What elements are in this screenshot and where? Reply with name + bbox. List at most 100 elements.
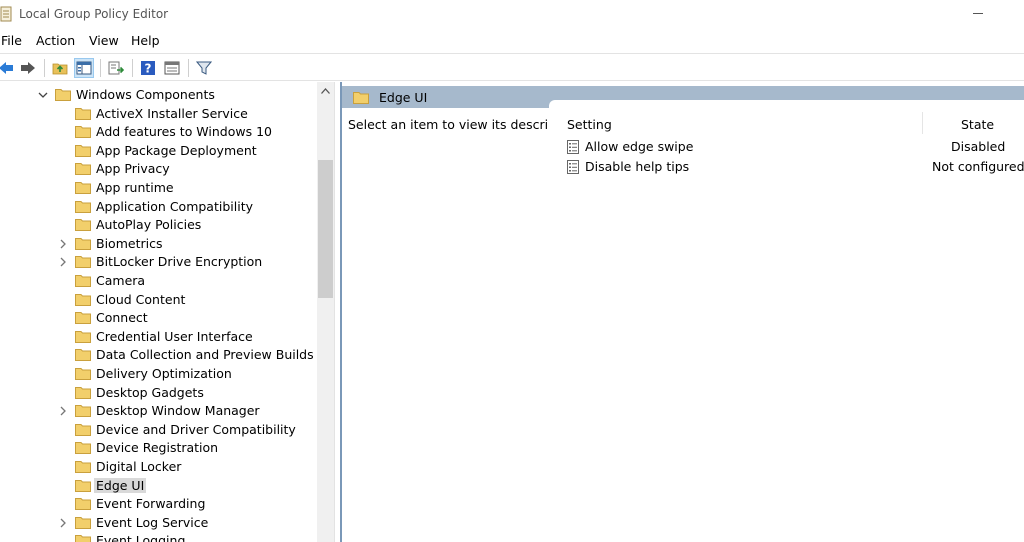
tree-item-label: Application Compatibility: [96, 198, 253, 214]
column-divider[interactable]: [922, 112, 923, 134]
group-policy-app-icon: [0, 6, 12, 22]
folder-icon: [75, 275, 91, 287]
tree-item-delivery-optimization[interactable]: Delivery Optimization: [0, 365, 317, 383]
tree-item-biometrics[interactable]: Biometrics: [0, 235, 317, 253]
tree-item-desktop-gadgets[interactable]: Desktop Gadgets: [0, 384, 317, 402]
tree-item-label: Credential User Interface: [96, 328, 253, 344]
tree-item-label: App Package Deployment: [96, 142, 257, 158]
menu-file[interactable]: File: [1, 33, 22, 48]
forward-button[interactable]: [18, 58, 38, 78]
tree-item-credential-user-interface[interactable]: Credential User Interface: [0, 328, 317, 346]
tree-item-connect[interactable]: Connect: [0, 309, 317, 327]
folder-icon: [75, 405, 91, 418]
help-icon: ?: [141, 61, 155, 76]
tree-item-autoplay-policies[interactable]: AutoPlay Policies: [0, 216, 317, 234]
tree-item-add-features-to-windows-10[interactable]: Add features to Windows 10: [0, 123, 317, 141]
filter-icon: [196, 61, 212, 75]
minimize-button[interactable]: [966, 2, 990, 26]
show-hide-console-tree-button[interactable]: [74, 58, 94, 78]
tree-item-label: Data Collection and Preview Builds: [96, 347, 314, 363]
tree-item-label: AutoPlay Policies: [96, 217, 202, 233]
export-list-button[interactable]: [106, 58, 126, 78]
folder-icon: [75, 479, 91, 492]
scroll-up-button[interactable]: [317, 84, 334, 98]
forward-icon: [21, 62, 35, 74]
scroll-thumb[interactable]: [318, 160, 333, 298]
tree-item-digital-locker[interactable]: Digital Locker: [0, 458, 317, 476]
menu-bar: File Action View Help: [0, 30, 1024, 52]
console-tree-scrollbar[interactable]: [317, 82, 334, 542]
folder-icon: [75, 461, 91, 473]
back-icon: [0, 62, 13, 74]
tree-item-event-log-service[interactable]: Event Log Service: [0, 514, 317, 532]
details-pane: Edge UI Select an item to view its descr…: [340, 82, 1024, 542]
chevron-right-icon[interactable]: [57, 405, 69, 417]
menu-view[interactable]: View: [89, 33, 119, 48]
tree-item-desktop-window-manager[interactable]: Desktop Window Manager: [0, 402, 317, 420]
tree-item-device-registration[interactable]: Device Registration: [0, 439, 317, 457]
tree-item-app-runtime[interactable]: App runtime: [0, 179, 317, 197]
up-one-level-button[interactable]: [50, 58, 70, 78]
tree-item-activex-installer-service[interactable]: ActiveX Installer Service: [0, 105, 317, 123]
chevron-down-icon[interactable]: [37, 89, 49, 101]
tree-item-label: Event Forwarding: [96, 496, 206, 512]
folder-icon: [75, 423, 91, 436]
setting-state: Disabled: [951, 139, 1006, 154]
filter-button[interactable]: [194, 58, 214, 78]
chevron-right-icon[interactable]: [57, 238, 69, 250]
folder-icon: [75, 163, 91, 176]
tree-item-camera[interactable]: Camera: [0, 272, 317, 290]
folder-icon: [75, 200, 91, 213]
help-button[interactable]: ?: [138, 58, 158, 78]
chevron-right-icon[interactable]: [57, 517, 69, 529]
tree-item-label: Digital Locker: [96, 459, 182, 474]
menu-help[interactable]: Help: [131, 33, 160, 48]
folder-icon: [75, 516, 91, 529]
tree-item-data-collection-and-preview-builds[interactable]: Data Collection and Preview Builds: [0, 346, 317, 364]
tree-item-application-compatibility[interactable]: Application Compatibility: [0, 198, 317, 216]
tree-item-label: Desktop Gadgets: [96, 384, 204, 400]
folder-icon: [75, 144, 91, 157]
column-header-state[interactable]: State: [961, 117, 994, 132]
folder-icon: [75, 293, 91, 306]
folder-icon: [75, 107, 91, 120]
tree-item-label: App runtime: [96, 180, 174, 195]
properties-button[interactable]: [162, 58, 182, 78]
tree-item-label: BitLocker Drive Encryption: [96, 254, 263, 270]
column-header-setting[interactable]: Setting: [567, 117, 612, 132]
tree-item-label: Desktop Window Manager: [96, 403, 260, 419]
svg-text:?: ?: [145, 62, 152, 76]
tree-item-bitlocker-drive-encryption[interactable]: BitLocker Drive Encryption: [0, 253, 317, 271]
tree-item-label: Event Log Service: [96, 514, 209, 530]
tree-item-app-package-deployment[interactable]: App Package Deployment: [0, 142, 317, 160]
folder-icon: [75, 386, 91, 399]
setting-row-disable-help-tips[interactable]: Disable help tips Not configured: [549, 157, 1024, 177]
menu-action[interactable]: Action: [36, 33, 75, 48]
tree-item-device-and-driver-compatibility[interactable]: Device and Driver Compatibility: [0, 421, 317, 439]
folder-icon: [75, 498, 91, 511]
tree-item-event-logging[interactable]: Event Logging: [0, 532, 317, 542]
toolbar: ?: [0, 53, 1024, 81]
setting-row-allow-edge-swipe[interactable]: Allow edge swipe Disabled: [549, 137, 1024, 157]
folder-icon: [75, 256, 91, 269]
tree-item-event-forwarding[interactable]: Event Forwarding: [0, 495, 317, 513]
folder-icon: [75, 368, 91, 380]
tree-item-edge-ui[interactable]: Edge UI: [0, 477, 317, 495]
tree-item-label: Device Registration: [96, 440, 219, 456]
tree-item-cloud-content[interactable]: Cloud Content: [0, 291, 317, 309]
setting-name: Disable help tips: [585, 159, 690, 174]
folder-icon: [75, 312, 91, 325]
back-button[interactable]: [0, 58, 16, 78]
tree-item-app-privacy[interactable]: App Privacy: [0, 160, 317, 178]
tree-item-label: Biometrics: [96, 235, 163, 251]
tree-item-label: Device and Driver Compatibility: [96, 421, 296, 437]
folder-icon: [75, 182, 91, 194]
window-title: Local Group Policy Editor: [19, 7, 169, 21]
tree-item-label: Add features to Windows 10: [96, 124, 272, 140]
folder-icon: [55, 89, 71, 101]
tree-item-label: Camera: [96, 273, 146, 288]
tree-item-label: Windows Components: [76, 87, 215, 102]
tree-item-windows-components[interactable]: Windows Components: [0, 86, 317, 104]
folder-icon: [75, 219, 91, 232]
chevron-right-icon[interactable]: [57, 256, 69, 268]
